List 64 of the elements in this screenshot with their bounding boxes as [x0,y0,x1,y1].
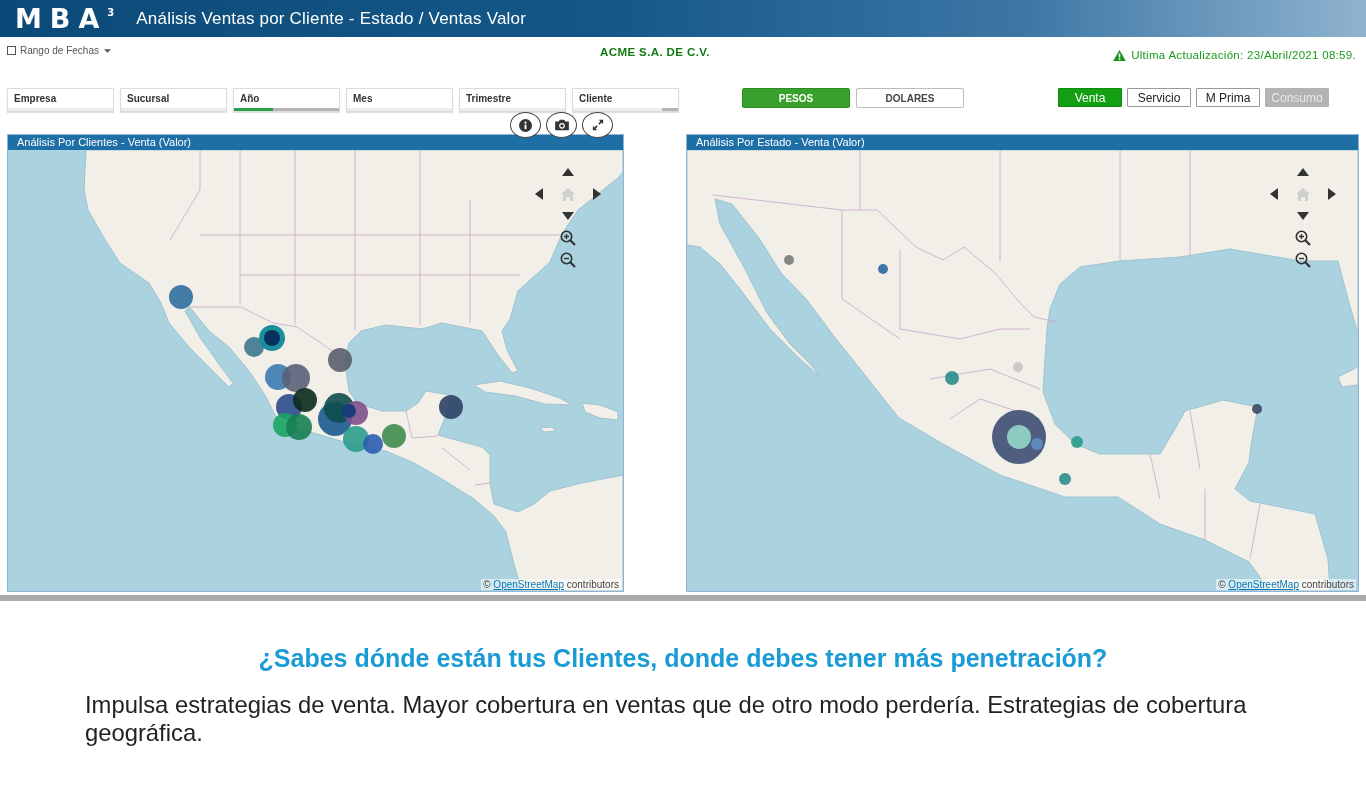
filter-listbox[interactable]: Empresa [7,88,114,112]
up-arrow-icon[interactable] [1296,168,1309,176]
measure-button[interactable]: Servicio [1127,88,1191,107]
circle-marker-icon [382,424,406,448]
circle-marker-icon [244,337,264,357]
circle-marker-icon [945,371,959,385]
left-arrow-icon[interactable] [534,188,543,200]
promo-heading: ¿Sabes dónde están tus Clientes, donde debes tener más penetración? [257,644,1109,672]
circle-marker-icon [1252,404,1262,414]
right-arrow-icon[interactable] [1327,188,1336,200]
logo: MBA$^{3}$ [15,5,115,32]
island-drawing [581,402,619,421]
camera-button[interactable] [546,112,577,138]
openstreetmap-link[interactable]: OpenStreetMap [1228,579,1299,590]
circle-marker-icon [784,255,794,265]
circle-marker-icon [363,434,383,454]
filter-listbox[interactable]: Mes [346,88,453,112]
camera-icon [553,119,570,131]
up-arrow-icon[interactable] [561,168,574,176]
info-icon [519,118,532,132]
down-arrow-icon[interactable] [1296,212,1309,220]
currency-button[interactable]: DOLARES [856,88,964,108]
info-button[interactable] [510,112,541,138]
filter-listbox[interactable]: Cliente [572,88,679,112]
zoom-out-icon[interactable] [1294,252,1311,268]
date-range-dropdown[interactable]: Rango de Fechas [20,45,111,56]
circle-marker-icon [1013,362,1023,372]
circle-marker-icon [293,388,317,412]
expand-icon [591,119,604,131]
promo-text: Impulsa estrategias de venta. Mayor cobertura en ventas que de otro modo perdería. Estrategias de cobertura geográfica. [85,691,1248,747]
filter-listbox[interactable]: Trimestre [459,88,566,112]
caret-icon [103,48,111,53]
right-arrow-icon[interactable] [592,188,601,200]
zoom-in-icon[interactable] [1294,230,1311,246]
left-arrow-icon[interactable] [1269,188,1278,200]
expand-button[interactable] [582,112,613,138]
company-name: ACME S.A. DE C.V. [600,46,710,58]
down-arrow-icon[interactable] [561,212,574,220]
circle-marker-icon [878,264,888,274]
openstreetmap-link[interactable]: OpenStreetMap [493,579,564,590]
circle-marker-icon [259,325,285,351]
circle-marker-icon [169,285,193,309]
zoom-out-icon[interactable] [559,252,576,268]
panel-title: Análisis Por Clientes - Venta (Valor) [8,135,623,150]
measure-button[interactable]: M Prima [1196,88,1260,107]
last-update-text: Ultima Actualización: 23/Abril/2021 08:59. [1131,49,1356,61]
filter-listbox[interactable]: Sucursal [120,88,227,112]
circle-marker-icon [282,364,310,392]
filter-listbox[interactable]: Año [233,88,340,112]
circle-marker-icon [1059,473,1071,485]
zoom-in-icon[interactable] [559,230,576,246]
panel-title: Análisis Por Estado - Venta (Valor) [687,135,1358,150]
circle-marker-icon [328,348,352,372]
map-attribution: © OpenStreetMap contributors [481,579,621,590]
warning-icon [1113,49,1127,61]
page-title: Análisis Ventas por Cliente - Estado / Ventas Valor [136,8,527,29]
circle-marker-icon [1071,436,1083,448]
map-attribution: © OpenStreetMap contributors [1216,579,1356,590]
island-drawing [539,426,557,433]
checkbox[interactable] [7,46,16,55]
circle-marker-icon [343,426,369,452]
island-drawing [1337,366,1358,388]
circle-marker-icon [439,395,463,419]
circle-marker-icon [286,414,312,440]
